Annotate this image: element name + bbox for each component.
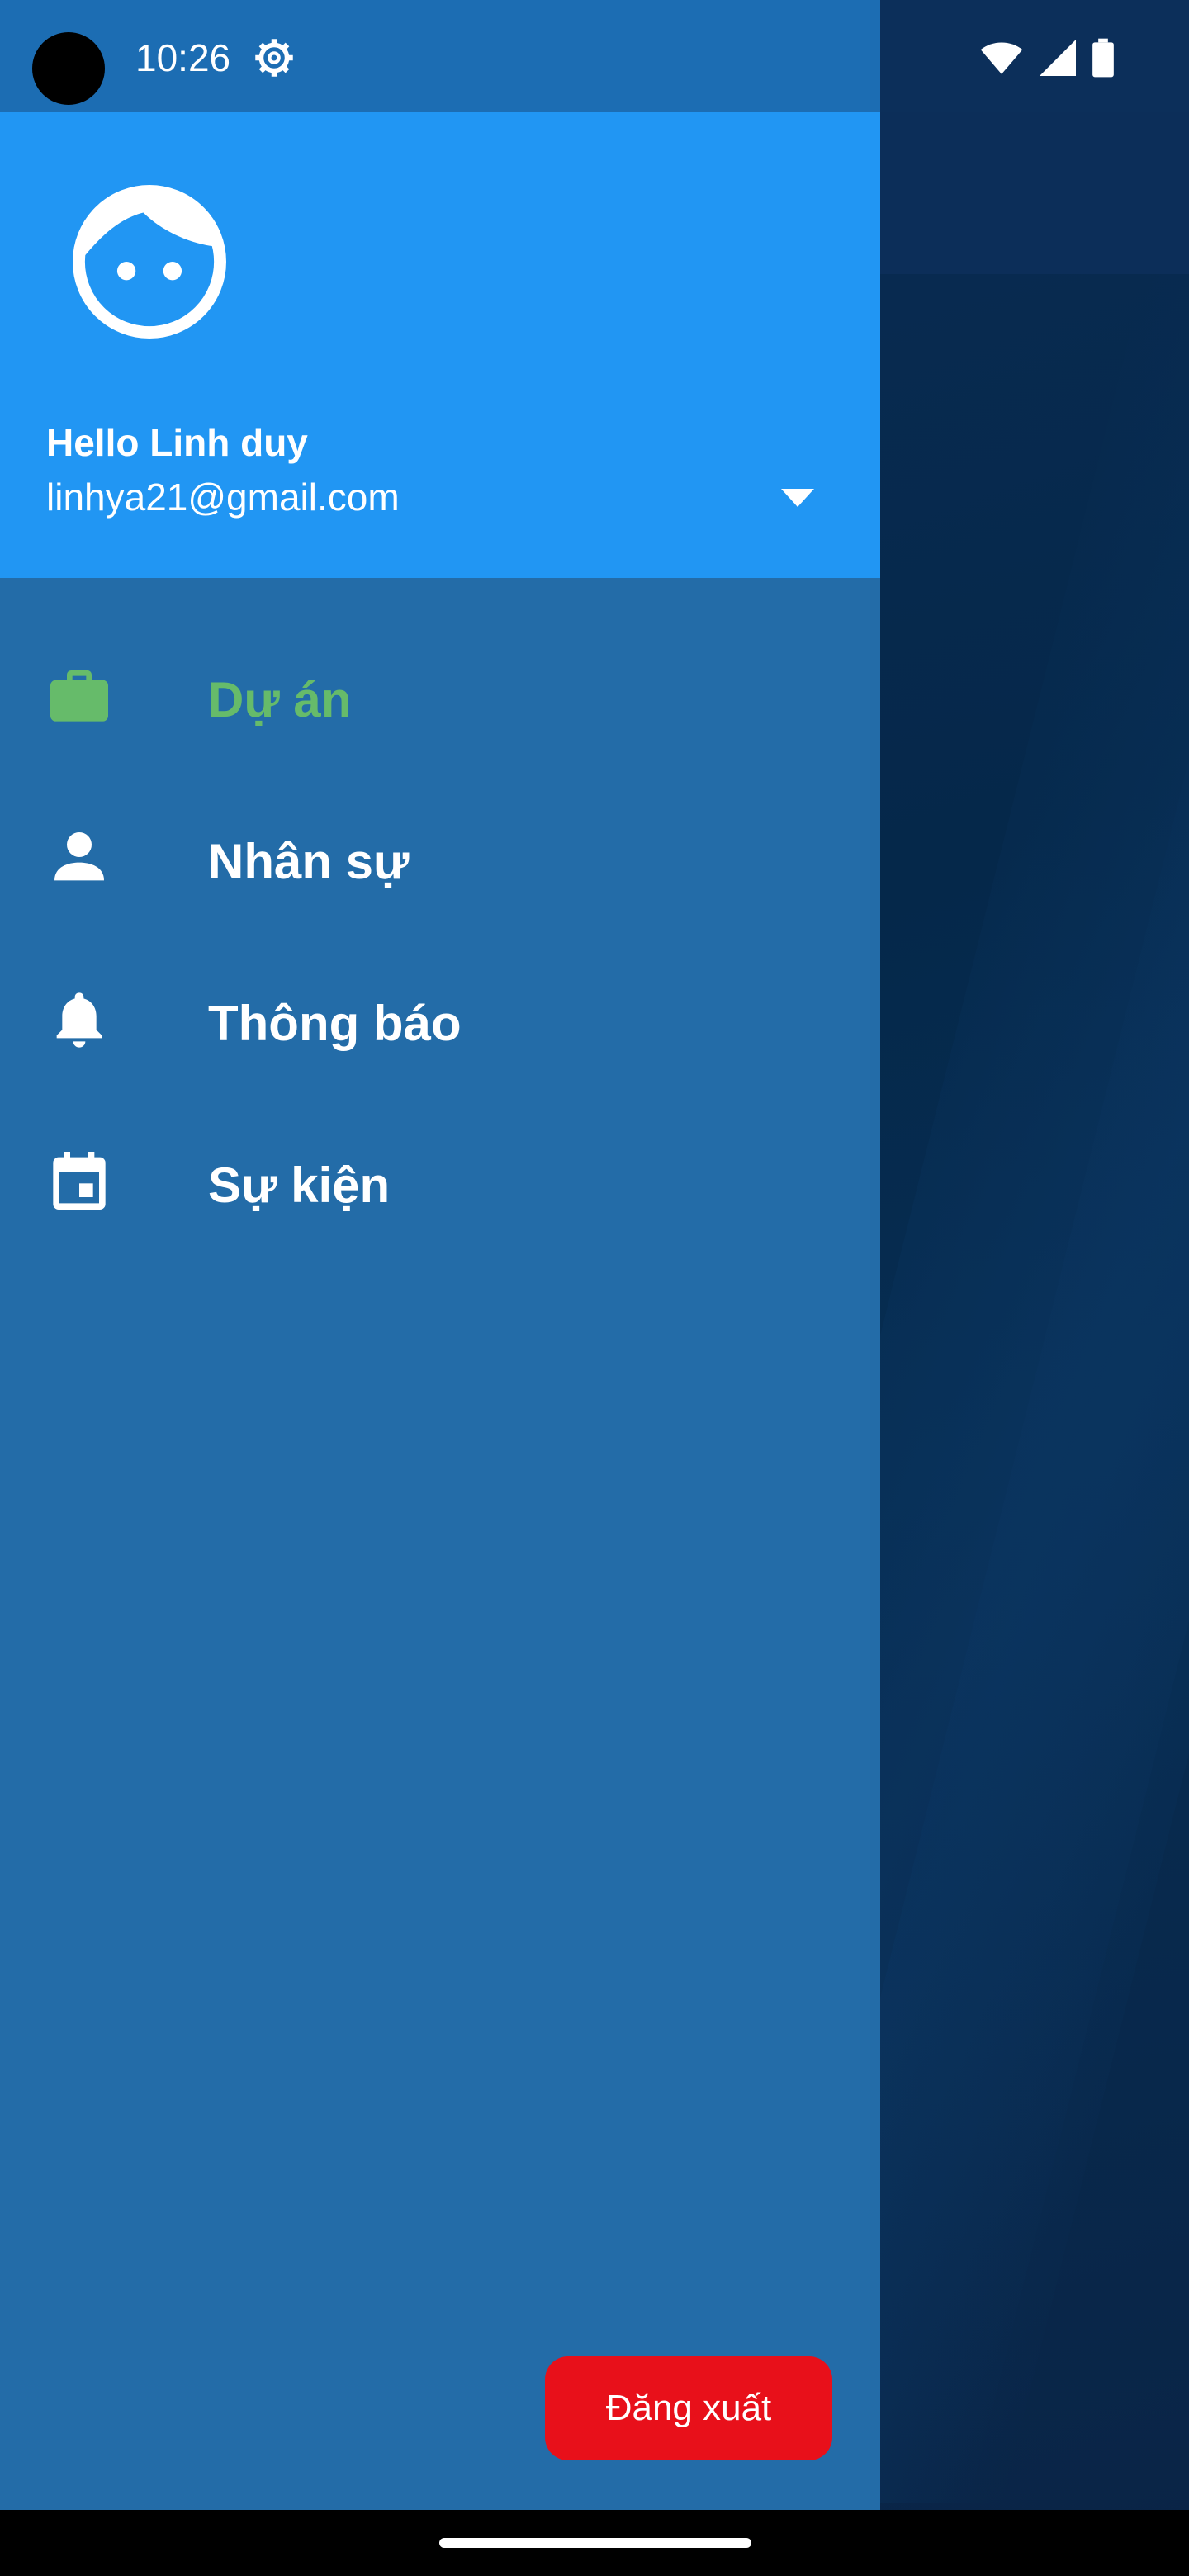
user-email: linhya21@gmail.com <box>46 476 400 519</box>
logout-button[interactable]: Đăng xuất <box>545 2356 832 2460</box>
menu-item-events[interactable]: Sự kiện <box>0 1098 880 1260</box>
navigation-drawer: 10:26 Hello Linh duy linhya21@gmail.com … <box>0 0 880 2510</box>
battery-icon <box>1092 38 1114 78</box>
menu-item-notifications[interactable]: Thông báo <box>0 936 880 1098</box>
drawer-header: Hello Linh duy linhya21@gmail.com <box>0 112 880 578</box>
status-bar: 10:26 <box>0 0 880 112</box>
wifi-icon <box>980 42 1023 74</box>
user-greeting: Hello Linh duy <box>46 421 308 464</box>
face-icon[interactable] <box>73 185 226 339</box>
calendar-event-icon <box>53 1152 106 1210</box>
system-navigation-bar <box>0 2510 1189 2576</box>
menu-item-label: Nhân sự <box>208 834 410 889</box>
status-time: 10:26 <box>135 36 231 79</box>
menu-item-projects[interactable]: Dự án <box>0 613 880 774</box>
arrow-drop-down-icon <box>781 489 814 507</box>
person-icon <box>54 832 104 881</box>
account-dropdown-button[interactable] <box>773 477 822 519</box>
bell-icon <box>56 992 102 1048</box>
camera-cutout <box>32 32 105 105</box>
status-icons <box>979 33 1120 83</box>
menu-item-label: Dự án <box>208 672 352 727</box>
menu-item-label: Thông báo <box>208 996 462 1051</box>
signal-icon <box>1040 40 1076 76</box>
menu-item-label: Sự kiện <box>208 1158 391 1213</box>
briefcase-icon <box>50 670 108 722</box>
menu-item-staff[interactable]: Nhân sự <box>0 774 880 936</box>
settings-gear-icon <box>255 39 293 77</box>
home-gesture-handle[interactable] <box>439 2538 751 2548</box>
